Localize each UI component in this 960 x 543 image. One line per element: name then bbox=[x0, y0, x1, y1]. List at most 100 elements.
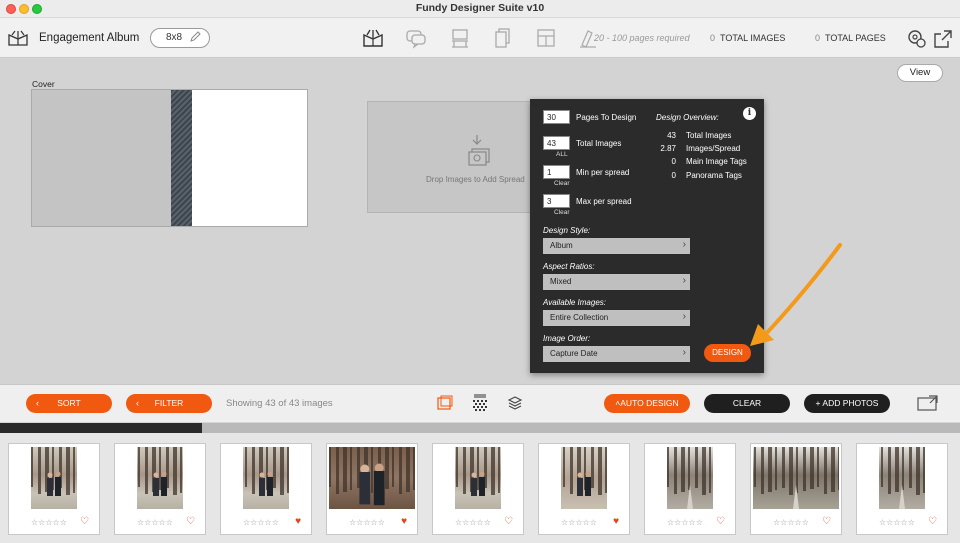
aspect-ratios-select[interactable]: Mixed › bbox=[543, 274, 690, 290]
layout-icon[interactable] bbox=[535, 27, 557, 49]
thumbnail-photo bbox=[667, 447, 713, 509]
clear-button[interactable]: CLEAR bbox=[704, 394, 790, 413]
cards-icon[interactable] bbox=[492, 27, 514, 49]
max-per-spread-input[interactable]: 3 bbox=[543, 194, 570, 208]
image-thumbnail[interactable]: ☆☆☆☆☆ ♡ bbox=[750, 443, 842, 535]
favorite-heart-icon[interactable]: ♡ bbox=[928, 516, 937, 527]
star-rating[interactable]: ☆☆☆☆☆ bbox=[349, 518, 385, 527]
star-rating[interactable]: ☆☆☆☆☆ bbox=[879, 518, 915, 527]
thumbnail-photo bbox=[137, 447, 183, 509]
cover-spine bbox=[171, 90, 192, 226]
max-per-spread-clear-link[interactable]: Clear bbox=[554, 209, 570, 216]
layers-icon[interactable] bbox=[506, 394, 524, 412]
favorite-heart-icon[interactable]: ♡ bbox=[716, 516, 725, 527]
spread-drop-zone[interactable]: Drop Images to Add Spread bbox=[367, 101, 537, 213]
chevron-right-icon: › bbox=[682, 275, 686, 286]
thumbnail-photo bbox=[561, 447, 607, 509]
auto-design-button[interactable]: ˄AUTO DESIGN bbox=[604, 394, 690, 413]
thumbnail-photo bbox=[243, 447, 289, 509]
favorite-heart-icon[interactable]: ♥ bbox=[613, 516, 619, 527]
view-button[interactable]: View bbox=[897, 64, 943, 82]
proofing-chat-icon[interactable] bbox=[405, 27, 427, 49]
add-photos-button[interactable]: + ADD PHOTOS bbox=[804, 394, 890, 413]
overview-value: 0 bbox=[671, 157, 676, 166]
chevron-right-icon: › bbox=[682, 347, 686, 358]
min-per-spread-clear-link[interactable]: Clear bbox=[554, 180, 570, 187]
image-thumbnail[interactable]: ☆☆☆☆☆ ♥ bbox=[538, 443, 630, 535]
pattern-view-icon[interactable] bbox=[471, 394, 489, 412]
star-rating[interactable]: ☆☆☆☆☆ bbox=[137, 518, 173, 527]
min-per-spread-input[interactable]: 1 bbox=[543, 165, 570, 179]
available-images-select[interactable]: Entire Collection › bbox=[543, 310, 690, 326]
app-title: Fundy Designer Suite v10 bbox=[415, 2, 545, 14]
pages-required-text: 20 - 100 pages required bbox=[594, 33, 690, 43]
overview-row: 0 Main Image Tags bbox=[650, 157, 760, 166]
overview-label: Main Image Tags bbox=[686, 157, 747, 166]
wall-art-icon[interactable] bbox=[449, 27, 471, 49]
expand-filmstrip-icon[interactable] bbox=[917, 394, 939, 412]
total-images-input-label: Total Images bbox=[576, 139, 622, 148]
star-rating[interactable]: ☆☆☆☆☆ bbox=[243, 518, 279, 527]
min-per-spread-label: Min per spread bbox=[576, 168, 630, 177]
star-rating[interactable]: ☆☆☆☆☆ bbox=[773, 518, 809, 527]
album-title[interactable]: Engagement Album bbox=[39, 32, 139, 44]
pencil-icon bbox=[190, 31, 201, 42]
settings-gear-icon[interactable] bbox=[906, 28, 928, 50]
filmstrip-scroll-thumb[interactable] bbox=[0, 423, 202, 433]
album-size-value: 8x8 bbox=[166, 32, 183, 43]
image-thumbnail[interactable]: ☆☆☆☆☆ ♡ bbox=[644, 443, 736, 535]
chevron-left-icon: ‹ bbox=[136, 398, 139, 408]
chevron-right-icon: › bbox=[682, 239, 686, 250]
favorite-heart-icon[interactable]: ♥ bbox=[295, 516, 301, 527]
pages-to-design-input[interactable]: 30 bbox=[543, 110, 570, 124]
overview-row: 2.87 Images/Spread bbox=[650, 144, 760, 153]
overview-row: 0 Panorama Tags bbox=[650, 171, 760, 180]
image-order-value: Capture Date bbox=[550, 349, 598, 358]
favorite-heart-icon[interactable]: ♡ bbox=[186, 516, 195, 527]
auto-design-panel: 30 Pages To Design 43 ALL Total Images 1… bbox=[530, 99, 764, 373]
image-thumbnail[interactable]: ☆☆☆☆☆ ♡ bbox=[856, 443, 948, 535]
export-icon[interactable] bbox=[932, 28, 954, 50]
cover-front bbox=[192, 90, 307, 226]
album-design-tab-icon[interactable] bbox=[362, 27, 384, 49]
design-style-value: Album bbox=[550, 241, 573, 250]
image-thumbnail[interactable]: ☆☆☆☆☆ ♥ bbox=[220, 443, 312, 535]
favorite-heart-icon[interactable]: ♡ bbox=[80, 516, 89, 527]
image-order-select[interactable]: Capture Date › bbox=[543, 346, 690, 362]
favorite-heart-icon[interactable]: ♡ bbox=[822, 516, 831, 527]
star-rating[interactable]: ☆☆☆☆☆ bbox=[455, 518, 491, 527]
favorite-heart-icon[interactable]: ♥ bbox=[401, 516, 407, 527]
total-images-all-link[interactable]: ALL bbox=[556, 151, 568, 158]
total-images-input[interactable]: 43 bbox=[543, 136, 570, 150]
album-icon[interactable] bbox=[8, 30, 28, 46]
cover-spread[interactable] bbox=[31, 89, 308, 227]
overview-label: Images/Spread bbox=[686, 144, 741, 153]
info-icon[interactable]: i bbox=[743, 107, 756, 120]
favorite-heart-icon[interactable]: ♡ bbox=[504, 516, 513, 527]
star-rating[interactable]: ☆☆☆☆☆ bbox=[561, 518, 597, 527]
filter-button[interactable]: ‹ FILTER bbox=[126, 394, 212, 413]
image-thumbnail[interactable]: ☆☆☆☆☆ ♥ bbox=[326, 443, 418, 535]
total-images-label: TOTAL IMAGES bbox=[720, 33, 786, 43]
showing-count-text: Showing 43 of 43 images bbox=[226, 398, 333, 409]
sort-button[interactable]: ‹ SORT bbox=[26, 394, 112, 413]
chevron-left-icon: ‹ bbox=[36, 398, 39, 408]
overview-label: Panorama Tags bbox=[686, 171, 742, 180]
image-thumbnail[interactable]: ☆☆☆☆☆ ♡ bbox=[114, 443, 206, 535]
star-rating[interactable]: ☆☆☆☆☆ bbox=[667, 518, 703, 527]
image-grid-view-icon[interactable] bbox=[436, 394, 454, 412]
image-thumbnail[interactable]: ☆☆☆☆☆ ♡ bbox=[432, 443, 524, 535]
down-arrow-icon bbox=[472, 135, 482, 145]
cover-label: Cover bbox=[32, 79, 55, 89]
design-style-select[interactable]: Album › bbox=[543, 238, 690, 254]
image-thumbnail[interactable]: ☆☆☆☆☆ ♡ bbox=[8, 443, 100, 535]
album-size-selector[interactable]: 8x8 bbox=[150, 28, 210, 48]
auto-design-label: AUTO DESIGN bbox=[620, 398, 679, 408]
design-workspace: View Cover Drop Images to Add Spread bbox=[0, 59, 960, 384]
design-button[interactable]: DESIGN bbox=[704, 344, 751, 362]
thumbnail-photo bbox=[455, 447, 501, 509]
total-pages-stat: 0 TOTAL PAGES bbox=[815, 33, 886, 43]
filmstrip-scroll-track[interactable] bbox=[0, 423, 960, 433]
star-rating[interactable]: ☆☆☆☆☆ bbox=[31, 518, 67, 527]
total-pages-count: 0 bbox=[815, 33, 821, 43]
